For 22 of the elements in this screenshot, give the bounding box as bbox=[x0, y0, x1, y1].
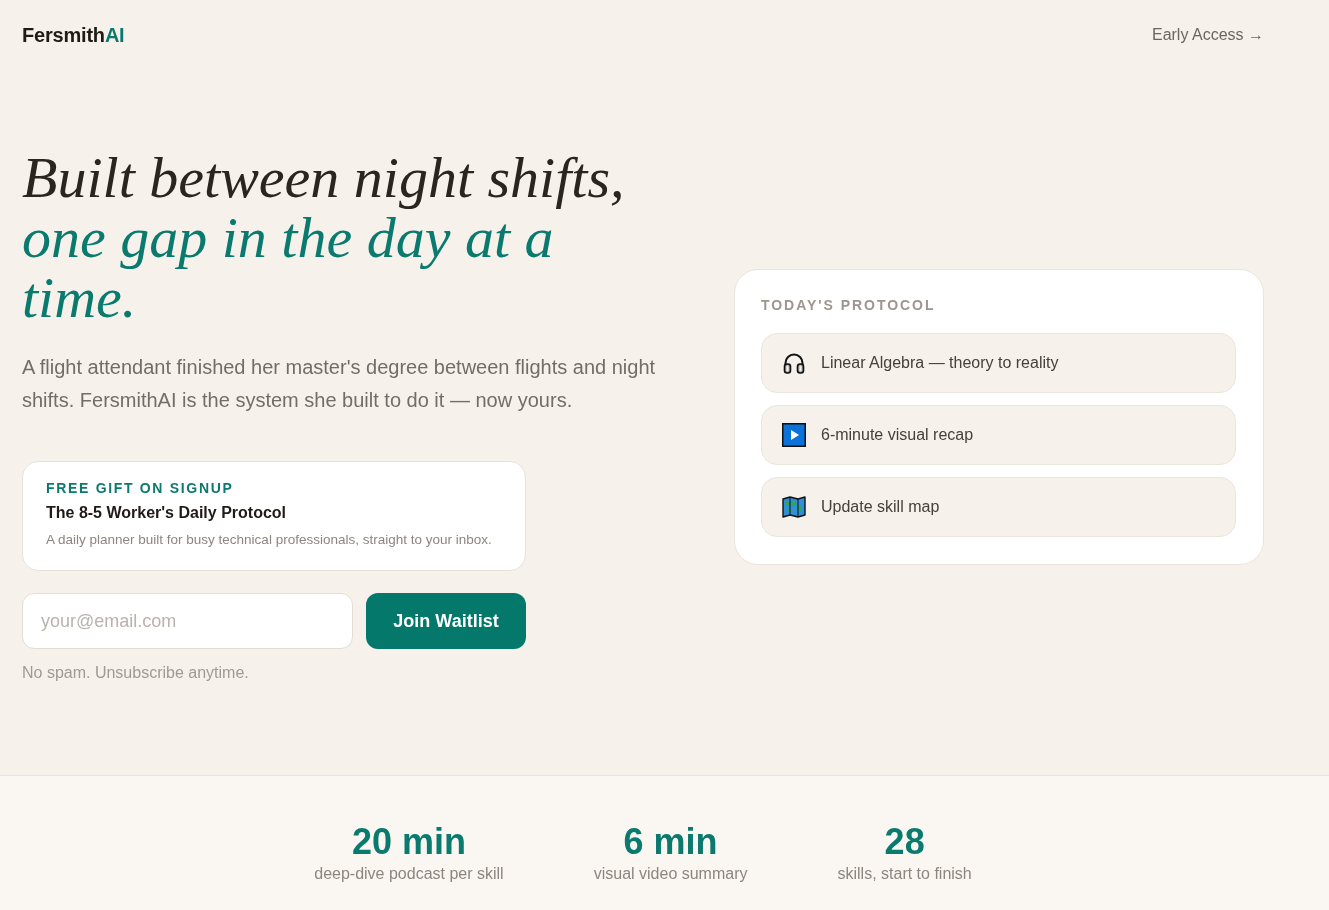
protocol-item-label: 6-minute visual recap bbox=[821, 424, 974, 445]
play-button-icon bbox=[782, 422, 806, 447]
join-waitlist-button[interactable]: Join Waitlist bbox=[366, 593, 526, 649]
stat-label: deep-dive podcast per skill bbox=[314, 864, 504, 884]
intro-paragraph: A flight attendant finished her master's degree between flights and night shifts. FersmithAI is the system she built to do it — now yours. bbox=[22, 355, 657, 413]
protocol-item-label: Linear Algebra — theory to reality bbox=[821, 352, 1059, 373]
stat-value: 6 min bbox=[623, 822, 718, 862]
gift-title: The 8-5 Worker's Daily Protocol bbox=[46, 503, 288, 523]
protocol-item-label: Update skill map bbox=[821, 496, 940, 517]
stat-label: skills, start to finish bbox=[837, 864, 972, 884]
stat-value: 20 min bbox=[351, 822, 466, 862]
headline: Built between night shifts, one gap in the day at a time. bbox=[22, 148, 626, 328]
email-field[interactable]: your@email.com bbox=[22, 593, 353, 649]
signup-note: No spam. Unsubscribe anytime. bbox=[22, 663, 250, 683]
stat-label: visual video summary bbox=[593, 864, 748, 884]
protocol-heading: TODAY'S PROTOCOL bbox=[761, 295, 937, 315]
early-access-link[interactable]: Early Access → bbox=[1151, 23, 1264, 47]
gift-description: A daily planner built for busy technical professionals, straight to your inbox. bbox=[46, 531, 493, 549]
folded-map-icon bbox=[782, 494, 806, 519]
stat-value: 28 bbox=[884, 822, 925, 862]
gift-eyebrow: FREE GIFT ON SIGNUP bbox=[46, 479, 235, 498]
logo[interactable]: FersmithAI bbox=[22, 23, 125, 47]
